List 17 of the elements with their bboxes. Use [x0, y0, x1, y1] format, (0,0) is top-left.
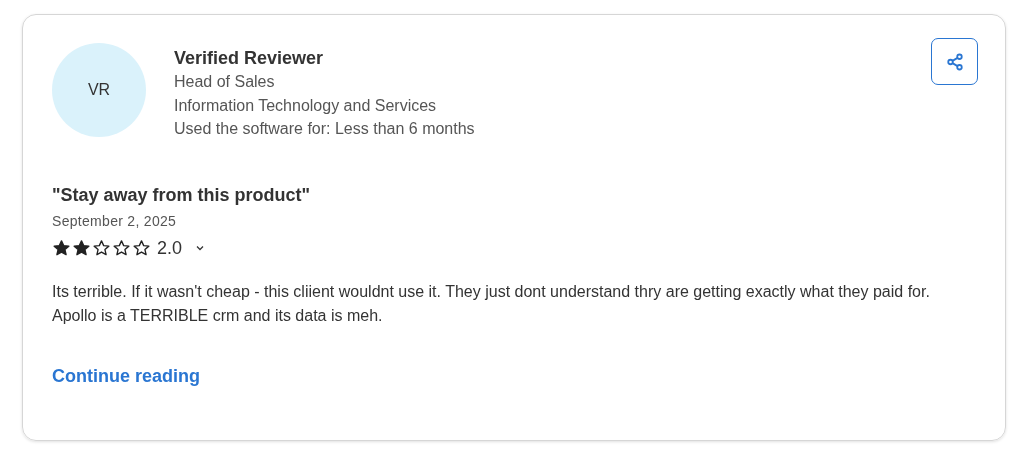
- review-date: September 2, 2025: [52, 212, 178, 229]
- empty-star-icon: [132, 239, 151, 257]
- reviewer-industry: Information Technology and Services: [174, 95, 438, 116]
- share-icon: [945, 52, 964, 71]
- reviewer-role: Head of Sales: [174, 72, 276, 92]
- empty-star-icon: [112, 239, 131, 257]
- review-text: Its terrible. If it wasn't cheap - this cliient wouldnt use it. They just dont understand thry are getting exactly what they paid for. Apollo is a TERRIBLE crm and its data is meh.: [52, 281, 931, 326]
- rating-value: 2.0: [157, 237, 183, 259]
- filled-star-icon: [72, 239, 91, 257]
- empty-star-icon: [92, 239, 111, 257]
- filled-star-icon: [52, 239, 71, 257]
- review-title: "Stay away from this product": [52, 183, 312, 207]
- reviewer-name: Verified Reviewer: [174, 47, 325, 70]
- avatar: VR: [52, 43, 146, 137]
- continue-reading-link[interactable]: Continue reading: [52, 365, 200, 387]
- share-button[interactable]: [931, 38, 978, 85]
- usage-duration: Used the software for: Less than 6 months: [174, 119, 475, 139]
